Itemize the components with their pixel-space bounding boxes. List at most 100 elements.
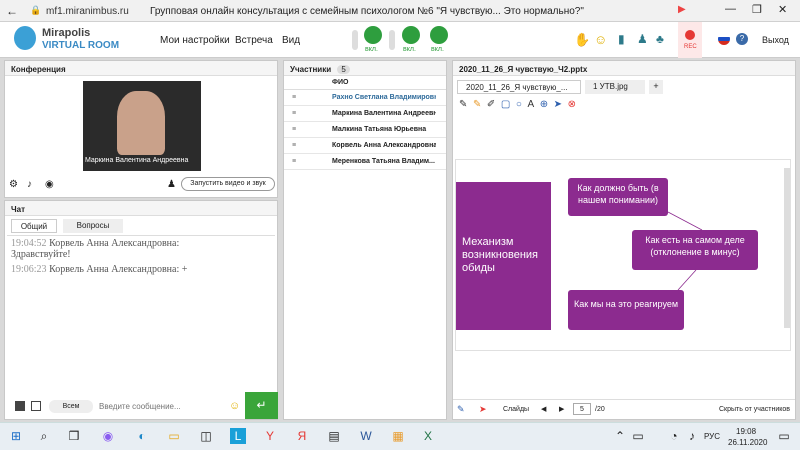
- arrow-line-2: [677, 269, 697, 291]
- screen-share-button[interactable]: [430, 26, 448, 44]
- pin-icon[interactable]: ⊕: [540, 99, 548, 110]
- participants-panel: Участники 5 ФИО ≡ Рахно Светлана Владимир…: [283, 60, 447, 420]
- list-item[interactable]: ≡ Меренкова Татьяна Владим...: [284, 154, 446, 170]
- menu-settings[interactable]: Мои настройки: [160, 35, 230, 46]
- rectangle-icon[interactable]: ▢: [501, 99, 510, 110]
- drag-handle-icon[interactable]: ≡: [292, 138, 296, 153]
- tab-general[interactable]: Общий: [11, 219, 57, 233]
- clear-icon[interactable]: ⊗: [568, 99, 576, 110]
- tab-presentation[interactable]: 2020_11_26_Я чувствую_...: [457, 80, 581, 94]
- restore-icon[interactable]: ❐: [752, 3, 762, 16]
- camera-button[interactable]: [402, 26, 420, 44]
- list-item[interactable]: ≡ Малкина Татьяна Юрьевна: [284, 122, 446, 138]
- circle-icon[interactable]: ○: [516, 99, 522, 110]
- tray-date[interactable]: 26.11.2020: [728, 438, 767, 447]
- slides-label[interactable]: Слайды: [503, 406, 529, 413]
- drag-handle-icon[interactable]: ≡: [292, 122, 296, 137]
- tray-network-icon[interactable]: ◔: [666, 428, 682, 444]
- app-icon-word[interactable]: W: [358, 428, 374, 444]
- chat-input[interactable]: [95, 396, 227, 416]
- app-icon-excel[interactable]: X: [420, 428, 436, 444]
- menu-view[interactable]: Вид: [282, 35, 300, 46]
- drag-handle-icon[interactable]: ≡: [292, 90, 296, 105]
- task-view-icon[interactable]: ❒: [66, 428, 82, 444]
- rec-button[interactable]: [678, 22, 702, 58]
- drag-handle-icon[interactable]: ≡: [292, 106, 296, 121]
- msg-text: Здравствуйте!: [11, 249, 71, 260]
- pointer-icon[interactable]: ➤: [479, 404, 487, 415]
- tab-image[interactable]: 1 УТВ.jpg: [585, 80, 645, 94]
- cam-slider-icon[interactable]: [389, 30, 395, 50]
- pen-icon[interactable]: ✎: [459, 99, 467, 110]
- taskbar-search-icon[interactable]: ⌕: [36, 428, 52, 444]
- tree-icon[interactable]: ♣: [656, 32, 664, 46]
- add-tab-button[interactable]: +: [649, 80, 663, 94]
- cursor-icon[interactable]: ➤: [554, 99, 562, 110]
- hide-from-participants[interactable]: Скрыть от участников: [719, 406, 790, 413]
- msg-text: +: [181, 264, 188, 275]
- conference-title: Конференция: [5, 61, 277, 76]
- app-icon-paint[interactable]: ▦: [390, 428, 406, 444]
- exit-button[interactable]: Выход: [762, 35, 789, 45]
- app-icon-l[interactable]: L: [230, 428, 246, 444]
- app-icon-media[interactable]: ▤: [326, 428, 342, 444]
- tray-battery-icon[interactable]: ▭: [630, 428, 646, 444]
- next-slide-icon[interactable]: ▶: [559, 405, 564, 413]
- list-item[interactable]: ≡ Корвель Анна Александровна: [284, 138, 446, 154]
- color-icon[interactable]: [31, 401, 41, 411]
- close-icon[interactable]: ✕: [778, 3, 787, 16]
- mic-button[interactable]: [364, 26, 382, 44]
- device-icon[interactable]: ⚙: [9, 179, 18, 190]
- drawing-toolbar: ✎ ✎ ✐ ▢ ○ A ⊕ ➤ ⊗: [459, 99, 576, 110]
- prev-slide-icon[interactable]: ◀: [541, 405, 546, 413]
- speaker-icon[interactable]: ♪: [27, 179, 32, 190]
- emoji-picker-icon[interactable]: ☺: [229, 400, 240, 412]
- bookmark-icon[interactable]: ▶: [678, 4, 686, 15]
- app-icon-alice[interactable]: ◉: [100, 428, 116, 444]
- chat-messages: 19:04:52 Корвель Анна Александровна: Здра…: [7, 235, 275, 385]
- stats-icon[interactable]: ▮: [618, 32, 625, 46]
- app-icon-yandex-browser[interactable]: Y: [262, 428, 278, 444]
- marker-icon[interactable]: ✎: [473, 99, 481, 110]
- text-icon[interactable]: A: [527, 99, 534, 110]
- logo-bottom: VIRTUAL ROOM: [42, 40, 120, 51]
- tray-up-icon[interactable]: ⌃: [612, 428, 628, 444]
- mic-slider-icon[interactable]: [352, 30, 358, 50]
- msg-time: 19:06:23: [11, 264, 47, 275]
- drag-handle-icon[interactable]: ≡: [292, 154, 296, 169]
- msg-author: Корвель Анна Александровна:: [49, 264, 180, 275]
- hand-icon[interactable]: ✋: [574, 32, 590, 48]
- slide-total: /20: [595, 406, 605, 413]
- app-icon-explorer[interactable]: ▭: [166, 428, 182, 444]
- app-icon-store[interactable]: ◫: [198, 428, 214, 444]
- slide-number-input[interactable]: 5: [573, 403, 591, 415]
- app-icon-edge[interactable]: ◐: [134, 428, 150, 444]
- users-icon[interactable]: ♟: [637, 32, 648, 46]
- brush-icon[interactable]: ✐: [487, 99, 495, 110]
- slide-scrollbar[interactable]: [784, 168, 790, 328]
- list-item[interactable]: ≡ Маркина Валентина Андреевна: [284, 106, 446, 122]
- tab-questions[interactable]: Вопросы: [63, 219, 123, 233]
- help-icon[interactable]: ?: [736, 33, 748, 45]
- language-flag-icon[interactable]: [718, 33, 730, 45]
- menu-meeting[interactable]: Встреча: [235, 35, 273, 46]
- emoji-icon[interactable]: ☺: [594, 32, 607, 47]
- recipient-select[interactable]: Всем: [49, 400, 93, 413]
- list-item[interactable]: ≡ Рахно Светлана Владимировна: [284, 90, 446, 106]
- tray-time[interactable]: 19:08: [736, 427, 756, 436]
- conference-panel: Конференция Маркина Валентина Андреевна …: [4, 60, 278, 198]
- tray-language[interactable]: РУС: [704, 432, 720, 441]
- camera-settings-icon[interactable]: ◉: [45, 179, 54, 190]
- minimize-icon[interactable]: —: [725, 3, 736, 15]
- format-icon[interactable]: [15, 401, 25, 411]
- windows-start-icon[interactable]: ⊞: [8, 428, 24, 444]
- tray-volume-icon[interactable]: ♪: [684, 428, 700, 444]
- start-video-button[interactable]: Запустить видео и звук: [181, 177, 275, 191]
- back-icon[interactable]: ←: [6, 4, 18, 18]
- url-text[interactable]: mf1.miranimbus.ru: [46, 6, 129, 17]
- notification-icon[interactable]: ▭: [776, 428, 792, 444]
- cam-label: вкл.: [403, 46, 416, 53]
- draw-icon[interactable]: ✎: [457, 404, 465, 415]
- app-icon-yandex[interactable]: Я: [294, 428, 310, 444]
- send-button[interactable]: ↵: [245, 392, 278, 419]
